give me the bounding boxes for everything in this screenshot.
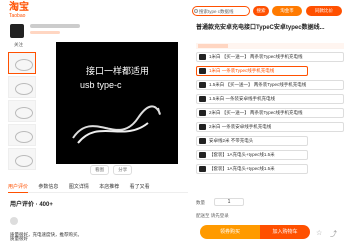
sku-options: 1米白 【买一送一】 两条装Typec线手机充电线 1米白 一条装Typec线手… bbox=[196, 52, 344, 178]
sku-option[interactable]: 2米白 【买一送一】 两条装Typec线手机充电线 bbox=[196, 108, 344, 118]
sku-option[interactable]: 【套装】1A充电头+typec线1.5米 bbox=[196, 150, 308, 160]
avatar bbox=[10, 216, 18, 225]
sku-label: 【套装】1A充电头+typec线1.5米 bbox=[209, 152, 275, 157]
sku-option[interactable]: 1.5米白 一条装安卓线手机充电线 bbox=[196, 94, 344, 104]
taobao-logo[interactable]: 淘宝 Taobao bbox=[9, 3, 29, 21]
quantity-value: 1 bbox=[227, 199, 231, 205]
sku-thumbnail bbox=[199, 82, 206, 88]
sku-label: 1.5米白 【买一送一】 两条装Typec线手机充电线 bbox=[209, 82, 307, 87]
thumbnail[interactable] bbox=[8, 100, 36, 122]
sku-option[interactable]: 1.5米白 【买一送一】 两条装Typec线手机充电线 bbox=[196, 80, 344, 90]
sku-label: 2米白 一条装安卓线手机充电线 bbox=[209, 124, 272, 129]
sku-thumbnail bbox=[199, 152, 206, 158]
sku-option[interactable]: 2米白 一条装安卓线手机充电线 bbox=[196, 122, 344, 132]
tab-see-more[interactable]: 看了又看 bbox=[130, 183, 150, 192]
sku-option[interactable]: 1米白 一条装Typec线手机充电线 bbox=[196, 66, 308, 76]
sku-label: 1米白 【买一送一】 两条装Typec线手机充电线 bbox=[209, 54, 303, 59]
view-image-button[interactable]: 看图 bbox=[90, 165, 109, 175]
add-to-cart-button[interactable]: 加入购物车 bbox=[260, 225, 310, 239]
gold-coin-button[interactable]: 淘金币 bbox=[272, 6, 302, 16]
sku-label: 2米白 【买一送一】 两条装Typec线手机充电线 bbox=[209, 110, 303, 115]
sku-option[interactable]: 【套装】1A充电头+typec线1.5米 bbox=[196, 164, 308, 174]
shipping-info[interactable]: 配送至 请先登录 bbox=[196, 213, 229, 219]
sku-thumbnail bbox=[199, 54, 206, 60]
share-icon[interactable]: ⤴ bbox=[330, 229, 337, 239]
sku-thumbnail bbox=[199, 166, 206, 172]
thumbnail[interactable] bbox=[8, 76, 36, 98]
review-item: 质量很好 bbox=[10, 236, 28, 241]
sku-label: 1米白 一条装Typec线手机充电线 bbox=[209, 68, 275, 73]
shop-avatar[interactable] bbox=[10, 24, 24, 38]
sku-option[interactable]: 安卓线2米 不带充电头 bbox=[196, 136, 308, 146]
image-caption-2: usb type-c bbox=[80, 80, 122, 90]
search-input[interactable]: 搜索type c数据线 bbox=[192, 6, 250, 16]
thumbnail[interactable] bbox=[8, 124, 36, 146]
reviews-title: 用户评价 · 400+ bbox=[10, 202, 53, 208]
sku-thumbnail bbox=[199, 110, 206, 116]
thumbnail-list bbox=[8, 52, 38, 172]
image-actions: 看图 分享 bbox=[90, 165, 135, 175]
share-button[interactable]: 分享 bbox=[113, 165, 133, 175]
tab-params[interactable]: 参数信息 bbox=[38, 183, 58, 192]
product-title: 普通款充安卓充电接口TypeC安卓typec数据线... bbox=[196, 25, 325, 31]
thumbnail[interactable] bbox=[8, 52, 36, 74]
tab-reviews[interactable]: 用户评价 bbox=[8, 183, 29, 193]
sku-thumbnail bbox=[199, 138, 206, 144]
thumbnail[interactable] bbox=[8, 148, 36, 170]
sku-thumbnail bbox=[199, 96, 206, 102]
buy-now-button[interactable]: 领券购买 bbox=[200, 225, 260, 239]
sku-label: 1.5米白 一条装安卓线手机充电线 bbox=[209, 96, 276, 101]
quantity-label: 数量 bbox=[196, 200, 205, 205]
search-button[interactable]: 搜索 bbox=[253, 6, 269, 16]
logo-subtext: Taobao bbox=[9, 13, 26, 19]
sku-option[interactable]: 1米白 【买一送一】 两条装Typec线手机充电线 bbox=[196, 52, 344, 62]
review-item: 质量很好，充电速度快，推荐购买。 bbox=[10, 212, 180, 238]
tab-details[interactable]: 图文详情 bbox=[69, 183, 89, 192]
image-caption-1: 接口一样都适用 bbox=[86, 66, 150, 76]
shop-rating bbox=[30, 31, 60, 34]
tab-store-recommend[interactable]: 本店推荐 bbox=[99, 183, 119, 192]
detail-tabs: 用户评价 参数信息 图文详情 本店推荐 看了又看 bbox=[8, 183, 188, 193]
follow-button[interactable]: 关注 bbox=[14, 42, 23, 48]
sku-label: 【套装】1A充电头+typec线1.5米 bbox=[209, 166, 275, 171]
favorite-icon[interactable]: ☆ bbox=[316, 229, 322, 237]
sku-label: 安卓线2米 不带充电头 bbox=[209, 138, 254, 143]
price-bar bbox=[196, 43, 344, 49]
cable-image bbox=[72, 105, 161, 144]
sku-thumbnail bbox=[199, 68, 206, 74]
shop-name[interactable] bbox=[30, 24, 80, 28]
sku-thumbnail bbox=[199, 124, 206, 130]
price-compare-button[interactable]: 同款比价 bbox=[306, 6, 342, 16]
quantity-stepper[interactable]: 1 bbox=[214, 198, 244, 206]
review-text: 质量很好，充电速度快，推荐购买。 bbox=[10, 232, 82, 237]
